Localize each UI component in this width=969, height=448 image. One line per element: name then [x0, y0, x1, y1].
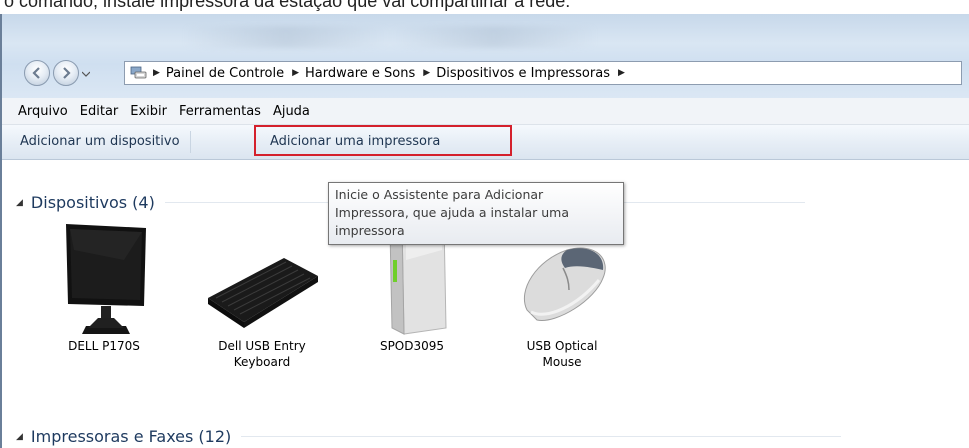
- breadcrumb-separator-icon[interactable]: ▶: [423, 68, 430, 78]
- device-name: DELL P170S: [68, 339, 140, 353]
- glass-background: [182, 26, 702, 48]
- breadcrumb-separator-icon[interactable]: ▶: [618, 68, 625, 78]
- add-printer-tooltip: Inicie o Assistente para Adicionar Impre…: [328, 182, 624, 245]
- tooltip-line: impressora: [335, 223, 405, 238]
- device-name: SPOD3095: [379, 339, 445, 353]
- keyboard-icon: [208, 258, 318, 328]
- device-item[interactable]: Dell USB Entry Keyboard: [202, 220, 322, 370]
- forward-button[interactable]: [53, 60, 79, 86]
- breadcrumb-painel-de-controle[interactable]: Painel de Controle: [166, 66, 284, 81]
- breadcrumb-hardware-e-sons[interactable]: Hardware e Sons: [305, 66, 415, 81]
- arrow-left-icon: [32, 67, 40, 79]
- menu-exibir[interactable]: Exibir: [130, 104, 167, 119]
- title-bar: ▶ Painel de Controle ▶ Hardware e Sons ▶…: [2, 14, 969, 98]
- monitor-icon: [66, 224, 146, 334]
- menu-editar[interactable]: Editar: [80, 104, 119, 119]
- cropped-caption: o comando, instale impressora da estação…: [0, 0, 969, 14]
- group-header-printers[interactable]: ◢ Impressoras e Faxes (12): [16, 427, 842, 446]
- menu-ferramentas[interactable]: Ferramentas: [179, 104, 261, 119]
- add-device-button[interactable]: Adicionar um dispositivo: [10, 131, 191, 153]
- device-name-line1: Dell USB Entry: [218, 339, 306, 353]
- device-name-line2: Keyboard: [233, 355, 291, 369]
- collapse-triangle-icon[interactable]: ◢: [16, 432, 23, 442]
- tooltip-line: Inicie o Assistente para Adicionar: [335, 187, 544, 202]
- caption-text: o comando, instale impressora da estação…: [4, 0, 571, 11]
- arrow-right-icon: [63, 67, 71, 79]
- device-name-line2: Mouse: [542, 355, 582, 369]
- back-button[interactable]: [24, 60, 50, 86]
- chevron-down-icon[interactable]: [82, 70, 90, 78]
- group-title-devices: Dispositivos (4): [30, 193, 155, 212]
- divider: [241, 436, 842, 437]
- menu-ajuda[interactable]: Ajuda: [273, 104, 310, 119]
- breadcrumb-separator-icon[interactable]: ▶: [292, 68, 299, 78]
- command-bar: Adicionar um dispositivo Adicionar uma i…: [2, 125, 969, 160]
- add-printer-button[interactable]: Adicionar uma impressora: [260, 131, 450, 153]
- device-item[interactable]: DELL P170S: [44, 220, 164, 354]
- devices-printers-icon: [130, 66, 147, 79]
- collapse-triangle-icon[interactable]: ◢: [16, 198, 23, 208]
- menu-arquivo[interactable]: Arquivo: [18, 104, 68, 119]
- menu-bar: Arquivo Editar Exibir Ferramentas Ajuda: [2, 98, 969, 125]
- breadcrumb-separator-icon: ▶: [153, 68, 160, 78]
- breadcrumb-dispositivos-e-impressoras[interactable]: Dispositivos e Impressoras: [436, 66, 610, 81]
- device-name-line1: USB Optical: [526, 339, 598, 353]
- tooltip-line: Impressora, que ajuda a instalar uma: [335, 205, 570, 220]
- group-title-printers: Impressoras e Faxes (12): [30, 427, 232, 446]
- address-bar[interactable]: ▶ Painel de Controle ▶ Hardware e Sons ▶…: [124, 61, 962, 85]
